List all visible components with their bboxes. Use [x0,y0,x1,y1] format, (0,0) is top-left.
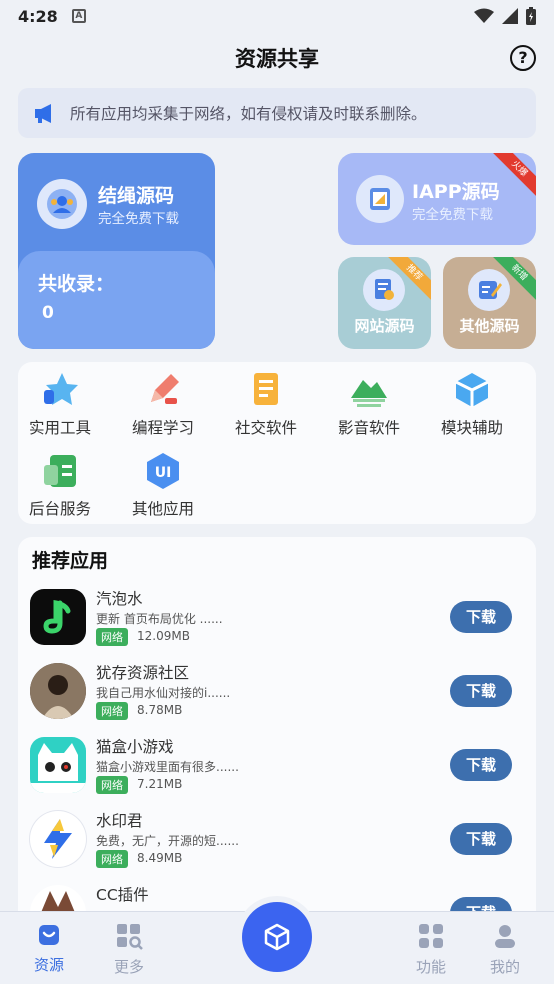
list-item[interactable]: 汽泡水 更新 首页布局优化 ...... 网络 12.09MB 下载 [30,589,526,651]
tab-resources[interactable]: 资源 [21,922,77,975]
app-desc: 更新 首页布局优化 ...... [96,612,223,626]
server-icon [44,455,76,487]
tab-label: 更多 [113,958,144,976]
category-modules[interactable]: 模块辅助 [430,370,514,438]
app-desc: 免费，无广，开源的短...... [96,834,239,848]
app-size: 8.49MB [137,851,183,865]
category-backend[interactable]: 后台服务 [18,451,102,519]
tab-label: 我的 [489,958,520,976]
app-desc: 我自己用水仙对接的i...... [96,686,231,700]
category-label: 影音软件 [337,419,400,437]
app-icon-maohe [30,737,86,793]
app-size: 12.09MB [137,629,190,643]
card-main-title: 结绳源码 [98,185,175,207]
notification-a-icon: A [71,9,86,23]
title-bar: 资源共享 ? [0,36,554,80]
star-tools-icon [44,373,78,405]
count-value: 0 [42,303,54,323]
list-item[interactable]: 犹存资源社区 我自己用水仙对接的i...... 网络 8.78MB 下载 [30,663,526,725]
tab-features[interactable]: 功能 [403,922,459,977]
card-web-title: 网站源码 [354,317,415,335]
bag-icon [39,925,59,945]
tab-label: 资源 [33,956,64,974]
download-button[interactable]: 下载 [450,601,512,633]
recommend-title: 推荐应用 [32,550,109,572]
pen-icon [151,374,179,404]
app-desc: 猫盒小游戏里面有很多...... [96,760,239,774]
card-jieshen-source[interactable]: 结绳源码 完全免费下载 共收录： 0 [18,153,215,349]
document-icon [254,373,278,405]
battery-icon [526,7,536,25]
megaphone-icon [35,104,51,123]
download-button[interactable]: 下载 [450,749,512,781]
category-tools[interactable]: 实用工具 [18,370,102,438]
card-main-subtitle: 完全免费下载 [98,211,179,227]
users-icon [37,179,87,229]
center-action-button[interactable] [242,902,312,972]
app-size: 7.21MB [137,777,183,791]
svg-text:UI: UI [155,465,172,481]
list-item[interactable]: 水印君 免费，无广，开源的短...... 网络 8.49MB 下载 [30,811,526,873]
app-name: 汽泡水 [96,590,143,608]
list-item[interactable]: 猫盒小游戏 猫盒小游戏里面有很多...... 网络 7.21MB 下载 [30,737,526,799]
category-label: 实用工具 [28,419,91,437]
app-name: CC插件 [96,886,149,904]
download-button[interactable]: 下载 [450,675,512,707]
iapp-icon [356,175,404,223]
app-tag: 网络 [96,628,128,646]
tab-more[interactable]: 更多 [101,922,157,977]
recommend-ribbon: 推荐 [381,257,431,307]
signal-icon [502,8,518,24]
category-programming[interactable]: 编程学习 [121,370,205,438]
category-other-apps[interactable]: UI 其他应用 [121,451,205,519]
category-label: 模块辅助 [440,419,503,437]
category-label: 后台服务 [28,500,91,518]
grid-icon [419,924,443,948]
help-icon[interactable]: ? [510,45,536,71]
category-label: 编程学习 [131,419,194,437]
app-icon-youcun [30,663,86,719]
card-website-source[interactable]: 网站源码 推荐 [338,257,431,349]
app-icon-qipaoshui [30,589,86,645]
category-media[interactable]: 影音软件 [327,370,411,438]
status-time: 4:28 [18,6,58,26]
wifi-icon [474,8,494,23]
app-name: 猫盒小游戏 [96,738,174,756]
user-icon [495,925,515,948]
notice-text: 所有应用均采集于网络，如有侵权请及时联系删除。 [70,105,427,123]
app-tag: 网络 [96,776,128,794]
app-tag: 网络 [96,850,128,868]
category-label: 其他应用 [131,500,194,518]
box-icon [264,923,290,951]
page-title: 资源共享 [235,47,319,71]
notice-banner: 所有应用均采集于网络，如有侵权请及时联系删除。 [18,88,536,138]
grid-search-icon [117,924,143,950]
card-other-title: 其他源码 [459,317,520,335]
cube-icon [455,373,489,407]
app-icon-shuiyinjun [30,811,86,867]
new-ribbon: 新增 [486,257,536,307]
card-iapp-subtitle: 完全免费下载 [412,207,493,223]
status-bar: 4:28 A [0,0,554,32]
category-grid: 实用工具 编程学习 社交软件 影音软件 模块辅助 后台服务 UI 其他应用 [18,362,536,524]
tab-label: 功能 [415,958,446,976]
mountain-icon [351,380,387,407]
card-other-source[interactable]: 其他源码 新增 [443,257,536,349]
tab-mine[interactable]: 我的 [477,922,533,977]
count-label: 共收录： [38,273,115,295]
card-main-lower [18,251,215,349]
category-social[interactable]: 社交软件 [224,370,308,438]
recommended-apps: 推荐应用 汽泡水 更新 首页布局优化 ...... 网络 12.09MB 下载 … [18,537,536,917]
app-size: 8.78MB [137,703,183,717]
card-iapp-source[interactable]: IAPP源码 完全免费下载 火爆 [338,153,536,245]
app-tag: 网络 [96,702,128,720]
ui-hexagon-icon: UI [147,453,179,489]
app-name: 水印君 [96,812,143,830]
hot-ribbon: 火爆 [486,153,536,203]
download-button[interactable]: 下载 [450,823,512,855]
category-label: 社交软件 [234,419,297,437]
app-name: 犹存资源社区 [96,664,190,682]
